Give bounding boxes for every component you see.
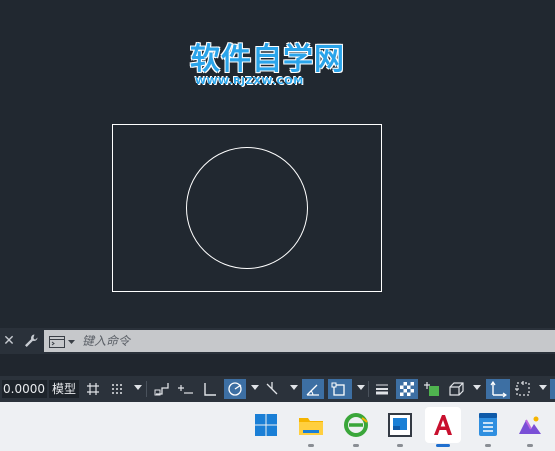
dynamic-input-icon[interactable] (176, 379, 196, 399)
chevron-down-icon[interactable] (357, 385, 365, 390)
model-space-button[interactable]: 模型 (49, 380, 79, 398)
infer-constraints-icon[interactable] (152, 379, 172, 399)
taskbar-active-indicator (436, 444, 450, 447)
circle-shape[interactable] (186, 147, 308, 269)
isometric-icon[interactable] (262, 379, 282, 399)
coordinates-readout[interactable]: 0.0000 (2, 380, 47, 398)
wrench-icon[interactable] (22, 332, 40, 350)
status-overflow[interactable] (550, 379, 555, 399)
chevron-down-icon[interactable] (539, 385, 547, 390)
chevron-down-icon[interactable] (473, 385, 481, 390)
command-history-icon[interactable] (48, 334, 78, 348)
dynamic-ucs-icon[interactable] (486, 379, 510, 399)
notepad-icon[interactable] (472, 409, 504, 441)
taskbar-running-indicator (397, 444, 403, 447)
ortho-icon[interactable] (200, 379, 220, 399)
rectangle-shape[interactable] (112, 124, 382, 292)
taskbar-running-indicator (353, 444, 359, 447)
object-snap-tracking-icon[interactable] (302, 379, 324, 399)
selection-cycling-icon[interactable] (422, 379, 442, 399)
layout-tabs-strip (0, 354, 555, 376)
command-input[interactable] (82, 330, 552, 352)
taskbar-running-indicator (308, 444, 314, 447)
browser-icon[interactable] (340, 409, 372, 441)
snap-grid-icon[interactable] (108, 379, 126, 399)
windows-start-icon[interactable] (250, 409, 282, 441)
gizmo-icon[interactable] (512, 379, 534, 399)
autocad-icon[interactable] (425, 407, 461, 443)
polar-tracking-icon[interactable] (224, 379, 246, 399)
chevron-down-icon[interactable] (134, 385, 142, 390)
app-icon[interactable] (514, 409, 546, 441)
close-icon[interactable]: ✕ (2, 331, 16, 351)
file-explorer-icon[interactable] (295, 409, 327, 441)
taskbar-running-indicator (527, 444, 533, 447)
lineweight-icon[interactable] (372, 379, 392, 399)
taskbar-running-indicator (485, 444, 491, 447)
3d-object-snap-icon[interactable] (446, 379, 468, 399)
transparency-icon[interactable] (396, 379, 418, 399)
watermark-url: WWW.RJZXW.COM (195, 76, 304, 87)
grid-icon[interactable] (84, 379, 102, 399)
chevron-down-icon[interactable] (251, 385, 259, 390)
image-viewer-icon[interactable] (384, 409, 416, 441)
chevron-down-icon[interactable] (290, 385, 298, 390)
object-snap-icon[interactable] (328, 379, 352, 399)
watermark-title: 软件自学网 (190, 42, 345, 77)
